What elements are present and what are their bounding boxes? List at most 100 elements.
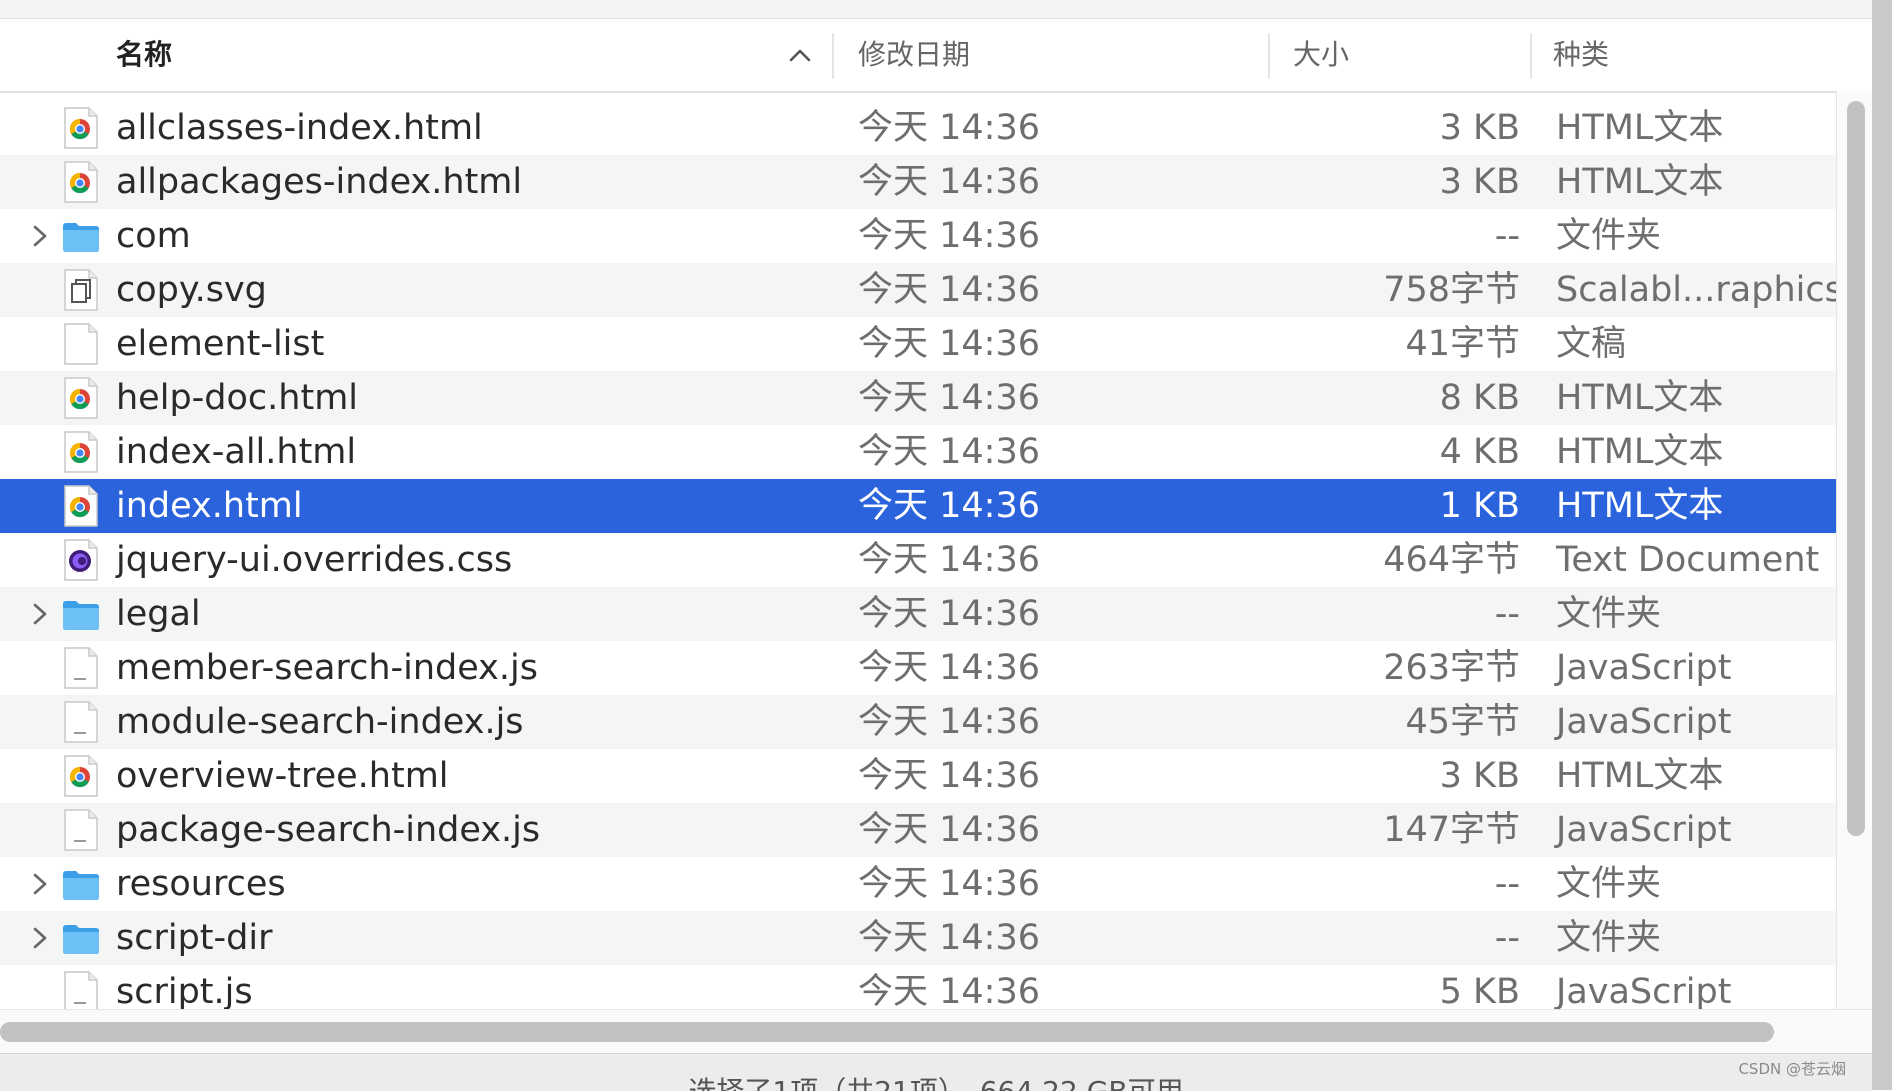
- file-kind: HTML文本: [1556, 756, 1724, 796]
- file-kind: HTML文本: [1556, 162, 1724, 202]
- file-date: 今天 14:36: [858, 540, 1040, 580]
- file-date: 今天 14:36: [858, 756, 1040, 796]
- file-size: 263字节: [1383, 648, 1520, 688]
- file-name: member-search-index.js: [116, 648, 538, 688]
- horizontal-scrollbar-thumb[interactable]: [0, 1022, 1774, 1042]
- file-row[interactable]: package-search-index.js 今天 14:36 147字节 J…: [0, 803, 1836, 857]
- finder-window: 名称 修改日期 大小 种类 allclasses-index.html 今天 1…: [0, 0, 1892, 1091]
- js-file-icon: [64, 647, 98, 689]
- folder-icon: [63, 223, 99, 252]
- column-divider[interactable]: [1530, 33, 1532, 79]
- folder-icon: [63, 925, 99, 954]
- chevron-up-icon[interactable]: [786, 43, 814, 67]
- file-date: 今天 14:36: [858, 432, 1040, 472]
- file-row[interactable]: member-search-index.js 今天 14:36 263字节 Ja…: [0, 641, 1836, 695]
- column-header-size[interactable]: 大小: [1293, 19, 1349, 91]
- chrome-html-file-icon: [64, 107, 98, 149]
- file-date: 今天 14:36: [858, 324, 1040, 364]
- file-row[interactable]: help-doc.html 今天 14:36 8 KB HTML文本: [0, 371, 1836, 425]
- file-kind: JavaScript: [1556, 648, 1732, 688]
- file-size: 147字节: [1383, 810, 1520, 850]
- window-edge: [1872, 0, 1892, 1090]
- folder-row[interactable]: legal 今天 14:36 -- 文件夹: [0, 587, 1836, 641]
- file-kind: JavaScript: [1556, 702, 1732, 742]
- file-kind: JavaScript: [1556, 810, 1732, 850]
- file-name: allpackages-index.html: [116, 162, 523, 202]
- file-date: 今天 14:36: [858, 918, 1040, 958]
- file-kind: 文件夹: [1556, 216, 1662, 256]
- js-file-icon: [64, 971, 98, 1009]
- file-kind: HTML文本: [1556, 108, 1724, 148]
- vertical-scrollbar-thumb[interactable]: [1847, 101, 1865, 836]
- file-row[interactable]: overview-tree.html 今天 14:36 3 KB HTML文本: [0, 749, 1836, 803]
- file-date: 今天 14:36: [858, 594, 1040, 634]
- file-row[interactable]: allpackages-index.html 今天 14:36 3 KB HTM…: [0, 155, 1836, 209]
- file-name: script.js: [116, 972, 253, 1009]
- file-row[interactable]: allclasses-index.html 今天 14:36 3 KB HTML…: [0, 101, 1836, 155]
- column-header-kind[interactable]: 种类: [1553, 19, 1609, 91]
- file-row[interactable]: index-all.html 今天 14:36 4 KB HTML文本: [0, 425, 1836, 479]
- file-name: copy.svg: [116, 270, 267, 310]
- column-header-date[interactable]: 修改日期: [858, 19, 970, 91]
- file-date: 今天 14:36: [858, 270, 1040, 310]
- chevron-right-icon[interactable]: [28, 222, 52, 250]
- svg-file-icon: [64, 269, 98, 311]
- column-divider[interactable]: [1268, 33, 1270, 79]
- column-divider[interactable]: [832, 33, 834, 79]
- chevron-right-icon[interactable]: [28, 924, 52, 952]
- file-row[interactable]: copy.svg 今天 14:36 758字节 Scalabl...raphic…: [0, 263, 1836, 317]
- file-kind: 文件夹: [1556, 918, 1662, 958]
- css-file-icon: [64, 539, 98, 581]
- file-date: 今天 14:36: [858, 972, 1040, 1009]
- file-size: --: [1494, 918, 1520, 958]
- file-date: 今天 14:36: [858, 648, 1040, 688]
- file-row[interactable]: jquery-ui.overrides.css 今天 14:36 464字节 T…: [0, 533, 1836, 587]
- status-text: 选择了1项（共21项），664.22 GB可用: [0, 1070, 1872, 1091]
- column-header-bar: 名称 修改日期 大小 种类: [0, 19, 1872, 93]
- file-size: 4 KB: [1439, 432, 1520, 472]
- file-list: allclasses-index.html 今天 14:36 3 KB HTML…: [0, 101, 1836, 1009]
- folder-row[interactable]: com 今天 14:36 -- 文件夹: [0, 209, 1836, 263]
- file-date: 今天 14:36: [858, 162, 1040, 202]
- chevron-right-icon[interactable]: [28, 600, 52, 628]
- file-date: 今天 14:36: [858, 486, 1040, 526]
- file-size: --: [1494, 864, 1520, 904]
- file-size: --: [1494, 594, 1520, 634]
- chrome-html-file-icon: [64, 755, 98, 797]
- file-kind: Text Document: [1556, 540, 1820, 580]
- file-size: --: [1494, 216, 1520, 256]
- file-row[interactable]: module-search-index.js 今天 14:36 45字节 Jav…: [0, 695, 1836, 749]
- folder-row[interactable]: resources 今天 14:36 -- 文件夹: [0, 857, 1836, 911]
- file-size: 464字节: [1383, 540, 1520, 580]
- file-date: 今天 14:36: [858, 702, 1040, 742]
- file-kind: 文件夹: [1556, 594, 1662, 634]
- column-header-name[interactable]: 名称: [116, 19, 172, 91]
- js-file-icon: [64, 701, 98, 743]
- file-row-selected[interactable]: index.html 今天 14:36 1 KB HTML文本: [0, 479, 1836, 533]
- file-size: 5 KB: [1439, 972, 1520, 1009]
- file-row[interactable]: script.js 今天 14:36 5 KB JavaScript: [0, 965, 1836, 1009]
- file-size: 3 KB: [1439, 108, 1520, 148]
- file-row[interactable]: element-list 今天 14:36 41字节 文稿: [0, 317, 1836, 371]
- file-kind: HTML文本: [1556, 378, 1724, 418]
- chrome-html-file-icon: [64, 485, 98, 527]
- file-name: index-all.html: [116, 432, 357, 472]
- file-size: 8 KB: [1439, 378, 1520, 418]
- watermark: CSDN @苍云烟: [1738, 1060, 1846, 1078]
- file-kind: HTML文本: [1556, 432, 1724, 472]
- file-size: 45字节: [1405, 702, 1520, 742]
- file-kind: JavaScript: [1556, 972, 1732, 1009]
- file-date: 今天 14:36: [858, 108, 1040, 148]
- js-file-icon: [64, 809, 98, 851]
- file-name: com: [116, 216, 191, 256]
- file-kind: 文稿: [1556, 324, 1627, 364]
- file-name: resources: [116, 864, 286, 904]
- folder-row[interactable]: script-dir 今天 14:36 -- 文件夹: [0, 911, 1836, 965]
- toolbar-edge: [0, 0, 1872, 19]
- file-date: 今天 14:36: [858, 864, 1040, 904]
- file-name: overview-tree.html: [116, 756, 449, 796]
- file-name: index.html: [116, 486, 303, 526]
- file-name: help-doc.html: [116, 378, 359, 418]
- chevron-right-icon[interactable]: [28, 870, 52, 898]
- file-size: 758字节: [1383, 270, 1520, 310]
